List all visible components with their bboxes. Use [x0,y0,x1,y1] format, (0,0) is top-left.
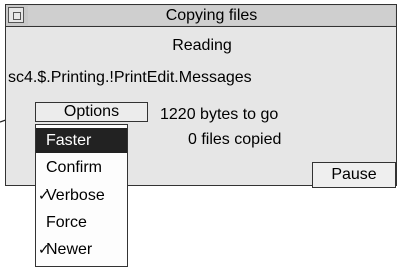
title-bar[interactable]: Copying files [6,5,396,27]
window-title: Copying files [165,7,258,24]
files-copied: 0 files copied [188,131,282,148]
tick-icon: ✓ [38,187,50,203]
menu-item-label: Faster [46,132,92,149]
menu-item-newer[interactable]: ✓ Newer [36,237,127,262]
menu-item-force[interactable]: Force [36,210,127,235]
menu-item-label: Newer [46,241,93,258]
menu-item-faster[interactable]: Faster [36,128,127,153]
options-button[interactable]: Options [35,102,148,122]
info-panel: Reading sc4.$.Printing.!PrintEdit.Messag… [8,35,396,95]
options-menu: Faster Confirm ✓ Verbose Force ✓ Newer [35,124,128,267]
tick-icon: ✓ [38,241,50,257]
menu-item-label: Confirm [46,159,103,176]
file-path: sc4.$.Printing.!PrintEdit.Messages [8,69,252,86]
menu-item-verbose[interactable]: ✓ Verbose [36,183,127,208]
bytes-to-go: 1220 bytes to go [160,106,279,123]
menu-item-label: Force [46,214,87,231]
status-text: Reading [172,37,232,54]
title-field[interactable]: Copying files [28,6,395,25]
menu-item-confirm[interactable]: Confirm [36,155,127,180]
pause-button[interactable]: Pause [312,162,396,188]
close-icon[interactable] [8,7,24,23]
menu-item-label: Verbose [46,187,105,204]
